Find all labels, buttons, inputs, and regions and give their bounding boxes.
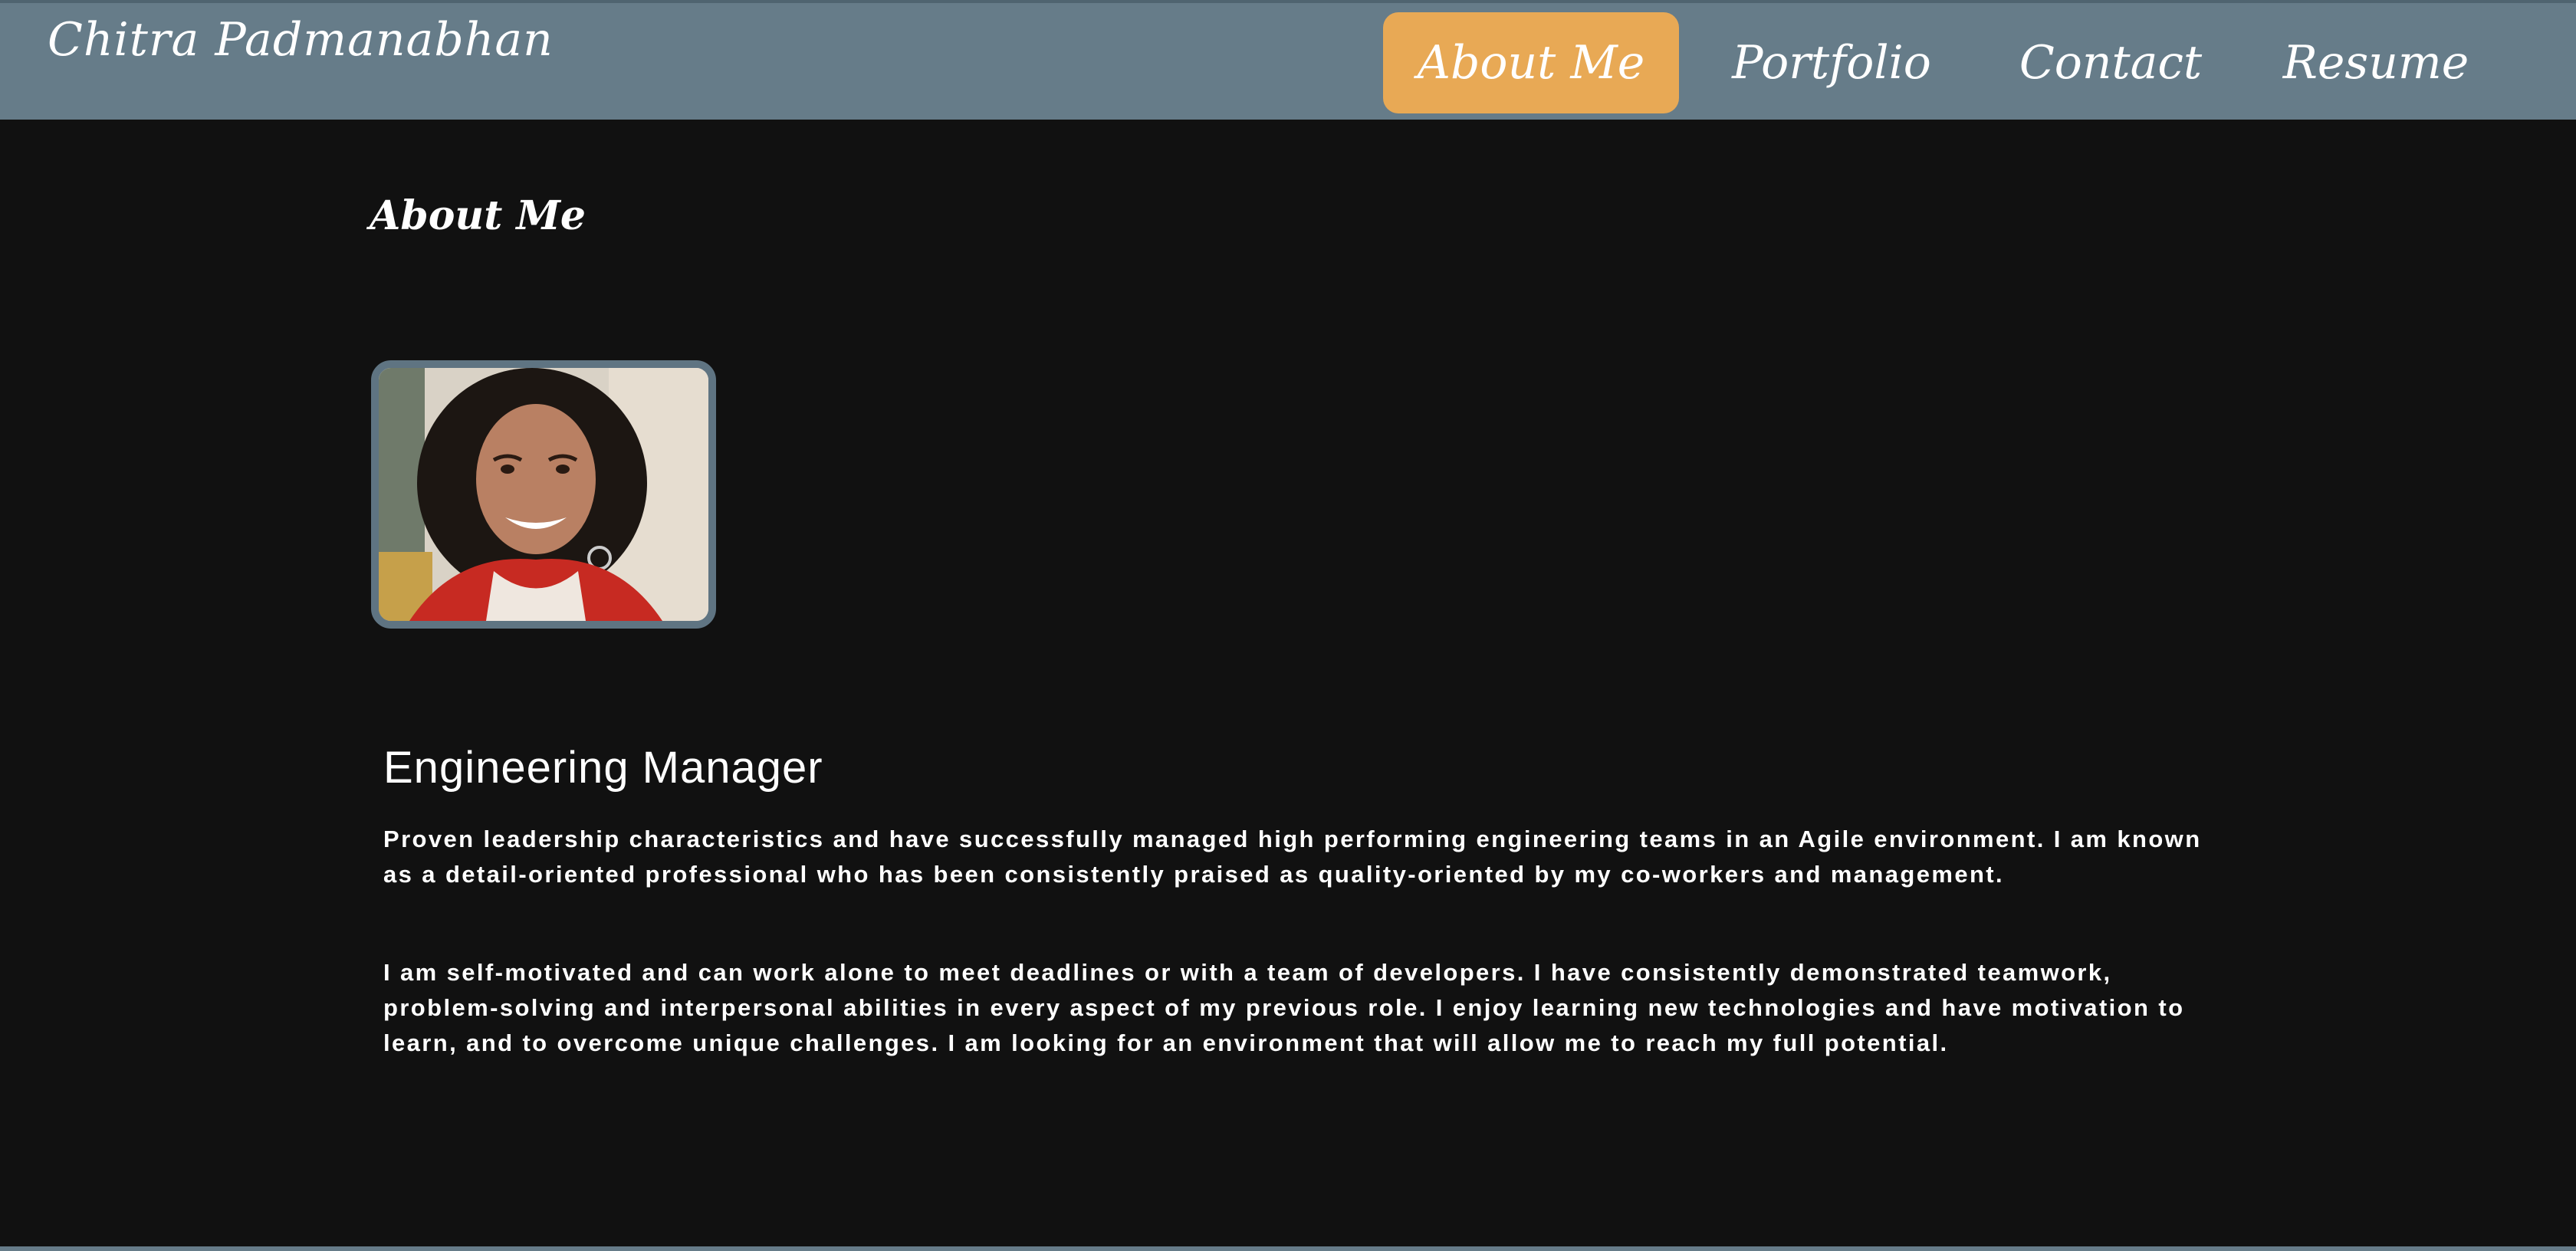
portrait-image <box>379 368 708 621</box>
brand-name[interactable]: Chitra Padmanabhan <box>48 9 554 71</box>
footer-divider <box>0 1246 2576 1251</box>
about-paragraph: I am self-motivated and can work alone t… <box>383 959 2185 1056</box>
nav-portfolio[interactable]: Portfolio <box>1720 12 1943 113</box>
nav-resume[interactable]: Resume <box>2272 12 2479 113</box>
job-title: Engineering Manager <box>383 743 823 793</box>
about-paragraph: Proven leadership characteristics and ha… <box>383 826 2202 888</box>
profile-photo <box>371 360 716 629</box>
section-title: About Me <box>370 192 586 239</box>
nav-about-me[interactable]: About Me <box>1383 12 1679 113</box>
site-header: Chitra Padmanabhan About Me Portfolio Co… <box>0 0 2576 120</box>
nav-contact[interactable]: Contact <box>2007 12 2214 113</box>
